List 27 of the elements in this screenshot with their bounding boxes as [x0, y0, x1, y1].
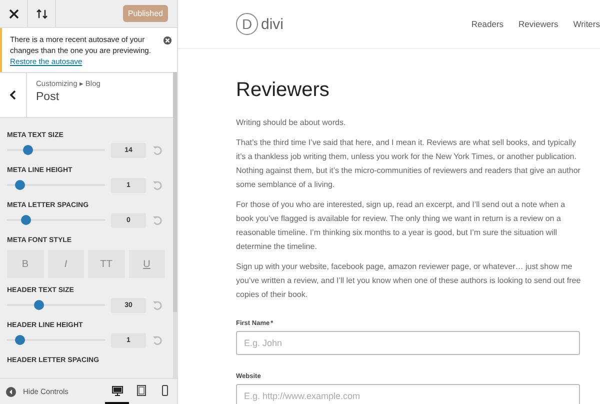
nav-link[interactable]: Reviewers — [518, 19, 558, 29]
nav-link[interactable]: Writers — [573, 19, 600, 29]
collapse-icon — [6, 386, 16, 396]
logo-mark[interactable]: D — [236, 13, 258, 35]
close-icon — [8, 8, 18, 18]
slider-thumb[interactable] — [14, 180, 25, 190]
scrollbar[interactable] — [173, 72, 177, 379]
desktop-icon — [112, 386, 122, 396]
nav-link[interactable]: Readers — [471, 19, 504, 29]
section-title: Post — [36, 91, 60, 103]
logo-text[interactable]: divi — [261, 16, 284, 32]
slider-thumb[interactable] — [14, 335, 25, 345]
dismiss-icon[interactable] — [163, 36, 172, 45]
slider-thumb[interactable] — [22, 145, 33, 155]
paragraph: That’s the third time I’ve said that here, and I mean it. Reviews are what sell books, and typically it’s a thankless job writing them, unless you work for the New York Times, or another publication. Nothing against them, but it’s the micro-communities of reviewers and readers that give an author some semblance of a living. — [236, 137, 582, 191]
tablet-icon — [136, 385, 146, 396]
paragraph: Writing should be about words. — [236, 117, 347, 129]
slider-thumb[interactable] — [34, 300, 44, 310]
back-icon — [10, 90, 16, 100]
sort-icon — [36, 8, 48, 18]
paragraph: Sign up with your website, facebook page, amazon reviewer page, or whatever… just show me you’ve written a review, and I’ll let you know when one of these authors is looking to send out free copies of their book. — [236, 261, 582, 301]
input-field[interactable]: E.g. http://www.example.com — [236, 384, 580, 404]
input-field[interactable]: E.g. John — [236, 331, 580, 355]
paragraph: For those of you who are interested, sign up, read an excerpt, and I’ll send out a note when a book you’ve flagged is available for review. The only thing we want in return is a review on a reasonable timeline. I’m thinking six months to a year is good, but I’m sure the situation will determine the timeline. — [236, 199, 566, 253]
slider-thumb[interactable] — [20, 215, 31, 225]
page-heading: Reviewers — [236, 79, 330, 102]
phone-icon — [162, 385, 168, 396]
